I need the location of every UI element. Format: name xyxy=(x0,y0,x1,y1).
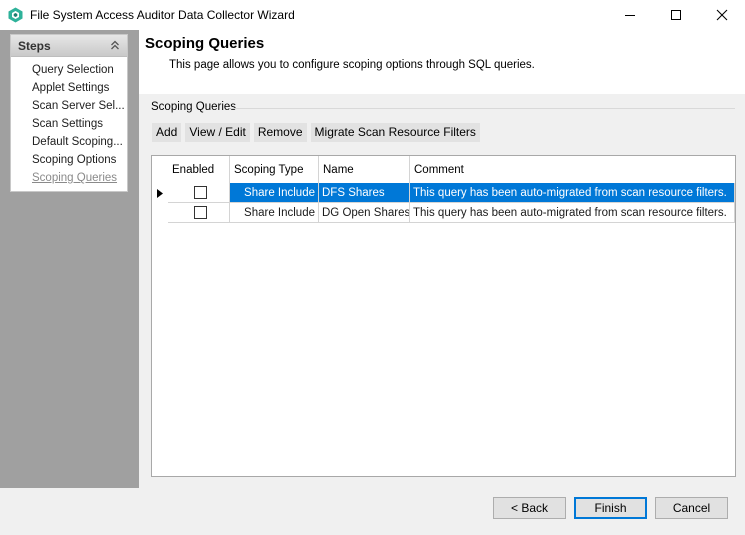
enabled-checkbox[interactable] xyxy=(193,186,207,199)
window-title: File System Access Auditor Data Collecto… xyxy=(30,8,295,22)
row-indicator-arrow-icon xyxy=(157,189,163,198)
group-label: Scoping Queries xyxy=(151,101,237,113)
name-cell[interactable]: DFS Shares xyxy=(319,183,410,203)
step-query-selection[interactable]: Query Selection xyxy=(32,64,124,76)
grid-header: Enabled Scoping Type Name Comment xyxy=(152,156,735,184)
step-scoping-options[interactable]: Scoping Options xyxy=(32,154,124,166)
page-title: Scoping Queries xyxy=(145,35,265,52)
column-header-enabled[interactable]: Enabled xyxy=(168,156,230,184)
cancel-button[interactable]: Cancel xyxy=(655,497,728,519)
maximize-icon xyxy=(671,10,681,20)
table-row[interactable]: Share Include DG Open Shares This query … xyxy=(152,203,735,223)
steps-title: Steps xyxy=(18,39,51,53)
app-logo-icon xyxy=(8,7,23,23)
scoping-queries-grid[interactable]: Enabled Scoping Type Name Comment Share … xyxy=(151,155,736,477)
step-default-scoping[interactable]: Default Scoping... xyxy=(32,136,124,148)
toolbar: Add View / Edit Remove Migrate Scan Reso… xyxy=(152,123,484,142)
back-button[interactable]: < Back xyxy=(493,497,566,519)
table-row[interactable]: Share Include DFS Shares This query has … xyxy=(152,183,735,203)
add-button[interactable]: Add xyxy=(152,123,182,142)
column-header-comment[interactable]: Comment xyxy=(410,156,735,184)
steps-panel: Steps Query Selection Applet Settings Sc… xyxy=(10,34,128,192)
content-area: Scoping Queries Add View / Edit Remove M… xyxy=(139,94,745,488)
chevron-double-up-icon[interactable] xyxy=(109,39,121,51)
view-edit-button[interactable]: View / Edit xyxy=(185,123,250,142)
minimize-icon xyxy=(625,15,635,16)
step-scoping-queries[interactable]: Scoping Queries xyxy=(32,172,124,184)
name-cell[interactable]: DG Open Shares xyxy=(319,203,410,223)
comment-cell[interactable]: This query has been auto-migrated from s… xyxy=(410,183,735,203)
step-scan-server-selection[interactable]: Scan Server Sel... xyxy=(32,100,124,112)
remove-button[interactable]: Remove xyxy=(253,123,307,142)
minimize-button[interactable] xyxy=(607,0,653,30)
close-button[interactable] xyxy=(699,0,745,30)
steps-header[interactable]: Steps xyxy=(11,35,127,57)
enabled-cell[interactable] xyxy=(168,203,230,223)
footer-bar: < Back Finish Cancel xyxy=(0,488,745,535)
column-header-scoping-type[interactable]: Scoping Type xyxy=(230,156,319,184)
close-icon xyxy=(716,9,728,21)
page-header: Scoping Queries This page allows you to … xyxy=(139,30,745,94)
group-divider xyxy=(231,108,735,109)
step-applet-settings[interactable]: Applet Settings xyxy=(32,82,124,94)
step-scan-settings[interactable]: Scan Settings xyxy=(32,118,124,130)
comment-cell[interactable]: This query has been auto-migrated from s… xyxy=(410,203,735,223)
finish-button[interactable]: Finish xyxy=(574,497,647,519)
page-description: This page allows you to configure scopin… xyxy=(169,59,535,71)
scoping-type-cell[interactable]: Share Include xyxy=(230,203,319,223)
enabled-checkbox[interactable] xyxy=(193,206,207,219)
maximize-button[interactable] xyxy=(653,0,699,30)
scoping-type-cell[interactable]: Share Include xyxy=(230,183,319,203)
title-bar: File System Access Auditor Data Collecto… xyxy=(0,0,745,30)
column-header-name[interactable]: Name xyxy=(319,156,410,184)
enabled-cell[interactable] xyxy=(168,183,230,203)
migrate-scan-resource-filters-button[interactable]: Migrate Scan Resource Filters xyxy=(310,123,480,142)
